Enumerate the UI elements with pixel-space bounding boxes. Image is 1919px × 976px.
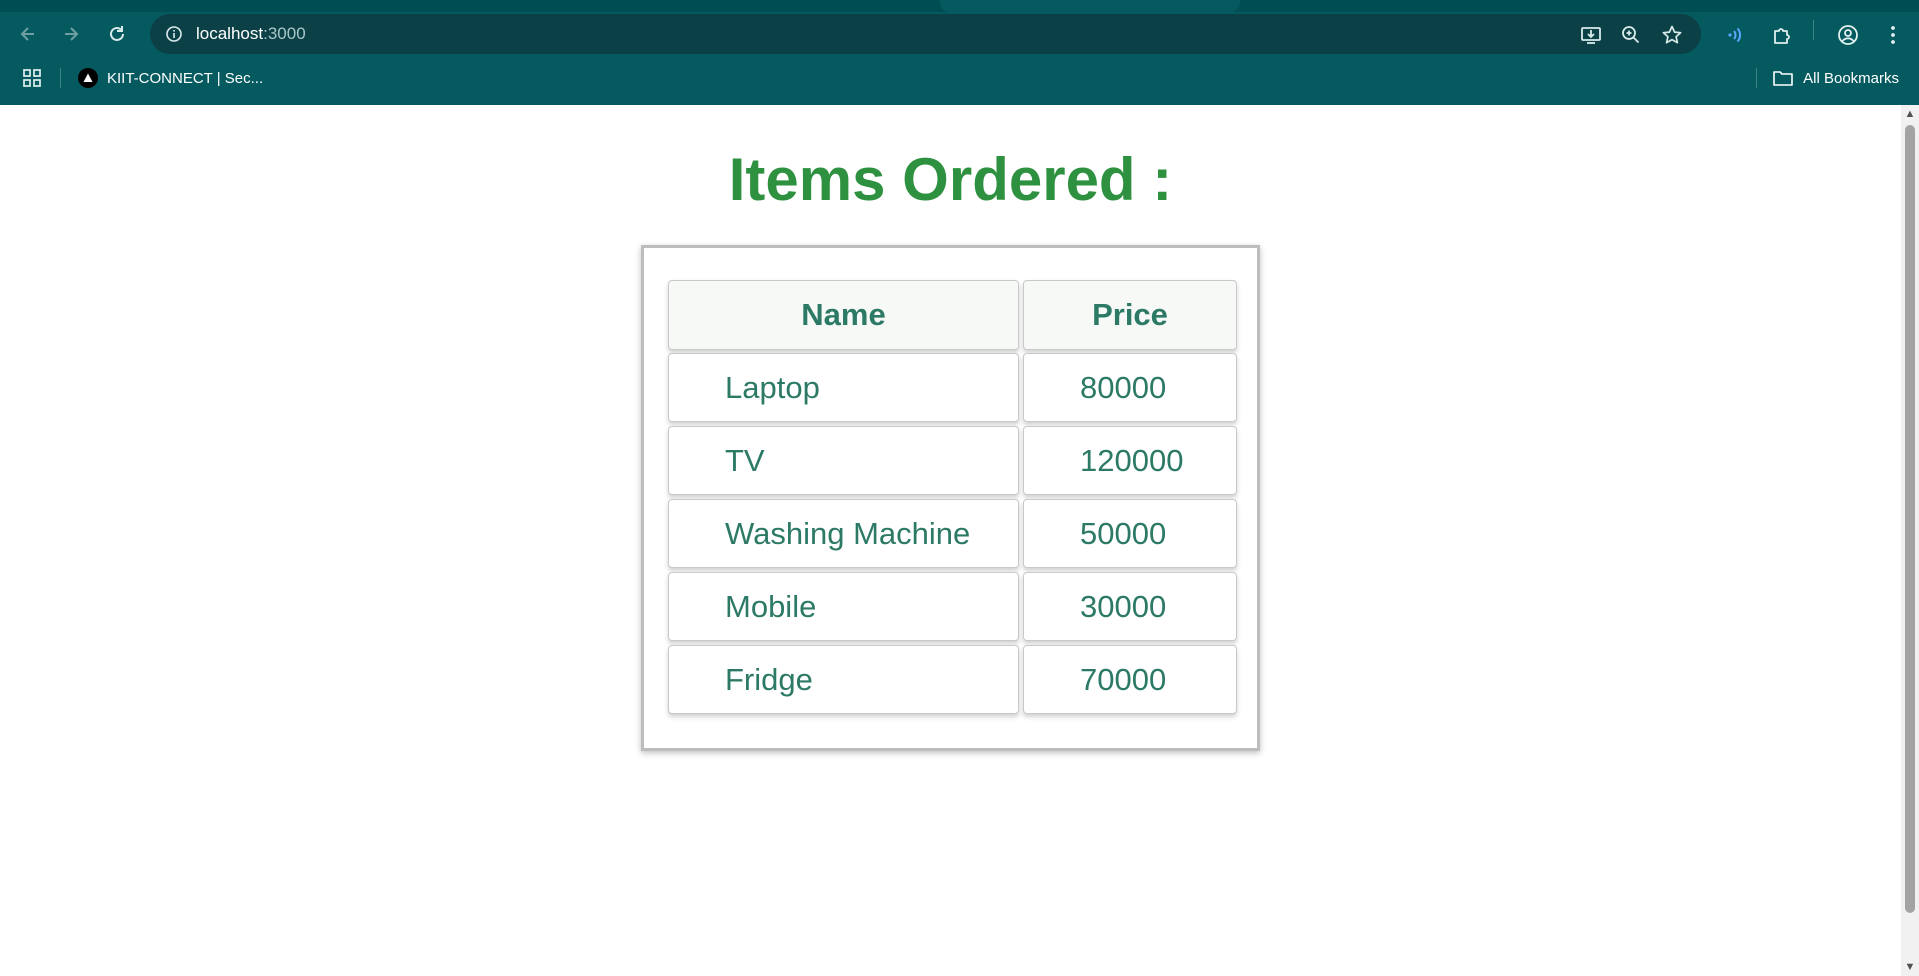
vertical-scrollbar[interactable]: ▲ ▼: [1901, 105, 1919, 976]
folder-icon: [1773, 71, 1793, 86]
bookmarks-bar: KIIT-CONNECT | Sec... All Bookmarks: [0, 58, 1919, 98]
bookmark-star-button[interactable]: [1659, 22, 1685, 48]
tab-strip: [0, 0, 1919, 12]
table-cell-name: Laptop: [668, 353, 1019, 422]
table-cell-name: Fridge: [668, 645, 1019, 714]
all-bookmarks-label: All Bookmarks: [1803, 69, 1899, 87]
orders-table: Name Price Laptop 80000 TV 120000 Washin…: [641, 245, 1260, 751]
active-tab[interactable]: [940, 0, 1240, 12]
extensions-button[interactable]: [1767, 20, 1797, 50]
puzzle-icon: [1774, 28, 1790, 44]
profile-icon: [1838, 25, 1858, 45]
url-port: :3000: [263, 24, 306, 43]
scrollbar-thumb[interactable]: [1905, 125, 1915, 913]
column-header-price: Price: [1023, 280, 1237, 350]
table-cell-price: 80000: [1023, 353, 1237, 422]
bookmark-label: KIIT-CONNECT | Sec...: [107, 69, 264, 87]
extension-active-button[interactable]: [1720, 20, 1750, 50]
forward-button[interactable]: [55, 18, 87, 50]
table-cell-name: TV: [668, 426, 1019, 495]
browser-toolbar: localhost:3000: [0, 12, 1919, 56]
arrow-left-icon: [20, 27, 34, 41]
url-host: localhost: [196, 24, 264, 43]
scroll-up-arrow-icon[interactable]: ▲: [1901, 105, 1919, 123]
apps-grid-icon: [23, 69, 41, 87]
zoom-button[interactable]: [1618, 22, 1644, 48]
bookmarks-divider-right: [1756, 68, 1757, 88]
install-app-button[interactable]: [1578, 22, 1604, 48]
table-cell-name: Mobile: [668, 572, 1019, 641]
reload-icon: [110, 26, 124, 41]
table-cell-price: 120000: [1023, 426, 1237, 495]
install-app-icon: [1581, 27, 1601, 44]
info-icon: [166, 26, 182, 42]
back-button[interactable]: [12, 18, 44, 50]
kebab-menu-icon: [1891, 26, 1895, 44]
site-info-button[interactable]: [162, 22, 186, 46]
table-cell-price: 30000: [1023, 572, 1237, 641]
address-bar[interactable]: localhost:3000: [150, 14, 1701, 54]
star-icon: [1662, 25, 1682, 44]
arrow-right-icon: [65, 27, 79, 41]
browser-menu-button[interactable]: [1878, 20, 1908, 50]
zoom-icon: [1622, 26, 1640, 44]
profile-button[interactable]: [1833, 20, 1863, 50]
table-cell-name: Washing Machine: [668, 499, 1019, 568]
scroll-down-arrow-icon[interactable]: ▼: [1901, 958, 1919, 976]
page-viewport: Items Ordered : Name Price Laptop 80000 …: [0, 105, 1901, 976]
toolbar-divider: [1813, 20, 1814, 40]
column-header-name: Name: [668, 280, 1019, 350]
table-cell-price: 50000: [1023, 499, 1237, 568]
bookmarks-divider: [60, 68, 61, 88]
url-text[interactable]: localhost:3000: [196, 24, 306, 44]
table-cell-price: 70000: [1023, 645, 1237, 714]
all-bookmarks-button[interactable]: All Bookmarks: [1772, 66, 1899, 90]
reload-button[interactable]: [101, 18, 133, 50]
browser-chrome: localhost:3000 KIIT-CONNECT | Sec... All…: [0, 0, 1919, 105]
apps-button[interactable]: [20, 66, 44, 90]
bookmark-kiit-connect[interactable]: KIIT-CONNECT | Sec...: [78, 66, 263, 90]
kiit-connect-favicon-icon: [78, 68, 98, 88]
page-title: Items Ordered :: [728, 146, 1173, 213]
broadcast-icon: [1728, 27, 1742, 43]
